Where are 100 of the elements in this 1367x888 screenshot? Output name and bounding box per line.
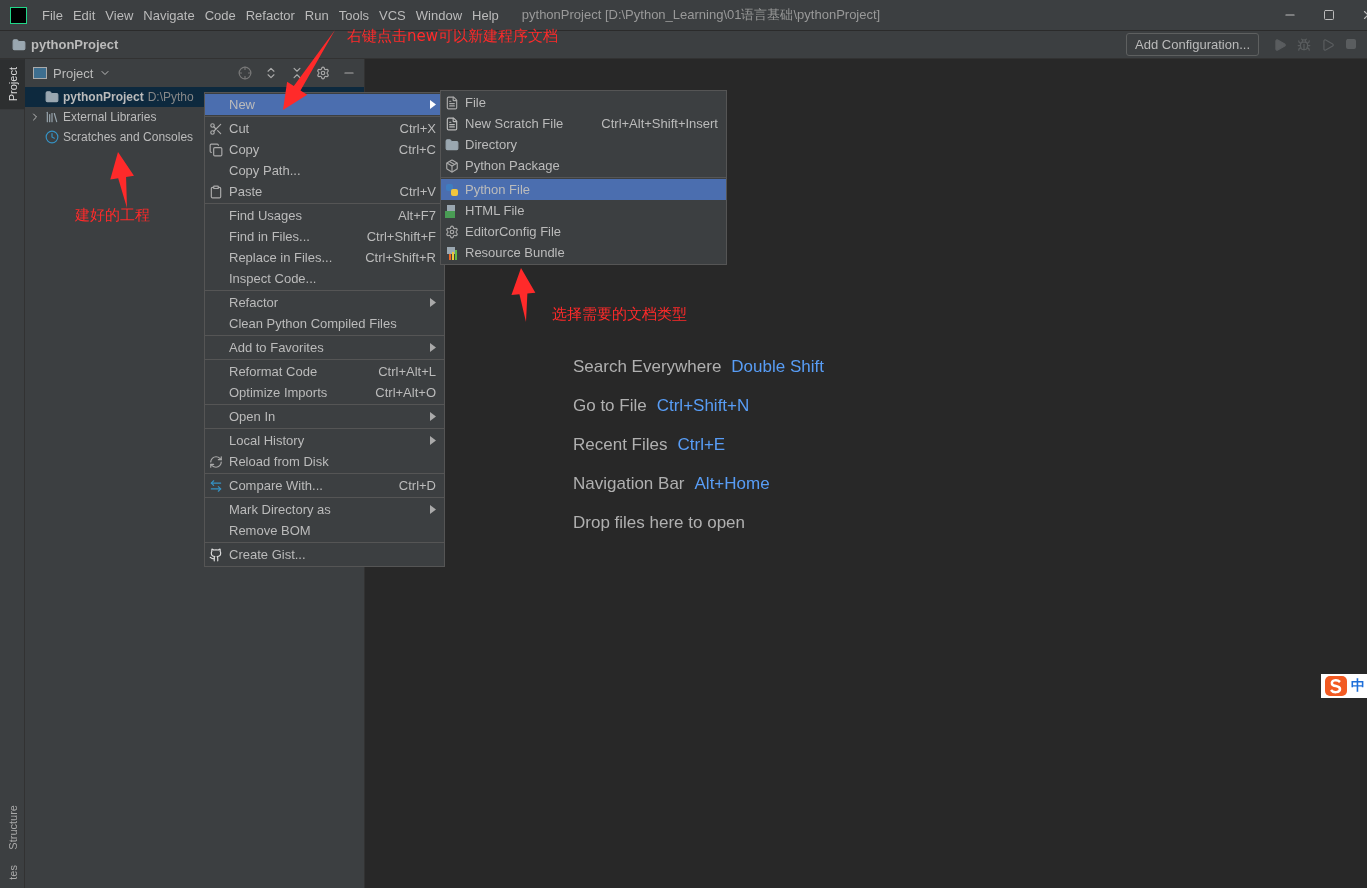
menu-item[interactable]: Cut Ctrl+X bbox=[205, 118, 444, 139]
scissors-icon bbox=[209, 121, 223, 136]
menu-item[interactable]: Directory bbox=[441, 134, 726, 155]
menu-item[interactable]: HTML File bbox=[441, 200, 726, 221]
debug-icon[interactable] bbox=[1297, 37, 1311, 52]
menu-item[interactable]: File bbox=[441, 92, 726, 113]
annotation-text: 选择需要的文档类型 bbox=[552, 305, 687, 324]
coverage-icon[interactable] bbox=[1321, 37, 1335, 52]
window-icon bbox=[33, 67, 47, 79]
hint-label: Search Everywhere bbox=[573, 357, 722, 377]
menu-item[interactable]: Create Gist... bbox=[205, 544, 444, 565]
shortcut-text: Ctrl+Shift+R bbox=[365, 250, 436, 265]
stop-icon[interactable] bbox=[1345, 37, 1357, 50]
arrow-annotation bbox=[110, 152, 134, 208]
menu-item[interactable]: Reformat Code Ctrl+Alt+L bbox=[205, 361, 444, 382]
menu-bar-item[interactable]: Window bbox=[410, 7, 468, 23]
shortcut-text: Ctrl+Shift+F bbox=[366, 229, 436, 244]
annotation-text: 建好的工程 bbox=[75, 206, 150, 225]
shortcut-text: Ctrl+D bbox=[398, 478, 436, 493]
menu-item[interactable]: New Scratch File Ctrl+Alt+Shift+Insert bbox=[441, 113, 726, 134]
compare-icon bbox=[209, 478, 223, 493]
hint-label: Navigation Bar bbox=[573, 474, 685, 494]
panel-title[interactable]: Project bbox=[53, 65, 94, 81]
menu-item[interactable]: Remove BOM bbox=[205, 520, 444, 541]
shortcut-text: Ctrl+Alt+Shift+Insert bbox=[601, 116, 718, 131]
shortcut-text: Ctrl+X bbox=[399, 121, 436, 136]
ime-indicator[interactable]: 中 bbox=[1321, 674, 1367, 698]
app-logo bbox=[10, 6, 27, 24]
hint-shortcut: Ctrl+E bbox=[677, 435, 726, 455]
menu-bar-item[interactable]: View bbox=[100, 7, 139, 23]
menu-bar-item[interactable]: Help bbox=[467, 7, 504, 23]
menu-item[interactable]: Add to Favorites bbox=[205, 337, 444, 358]
menu-bar-item[interactable]: Refactor bbox=[240, 7, 300, 23]
gear-icon bbox=[445, 224, 459, 239]
menu-item[interactable]: Python Package bbox=[441, 155, 726, 176]
shortcut-text: Ctrl+Alt+O bbox=[375, 385, 436, 400]
folder-icon bbox=[12, 37, 26, 52]
hint-shortcut: Ctrl+Shift+N bbox=[656, 396, 750, 416]
side-tab[interactable]: Structure bbox=[0, 796, 25, 858]
breadcrumb[interactable]: pythonProject bbox=[31, 37, 119, 52]
run-icon[interactable] bbox=[1273, 37, 1287, 52]
side-tab[interactable]: Project bbox=[0, 59, 25, 110]
python-file-icon bbox=[445, 182, 459, 197]
reload-icon bbox=[209, 454, 223, 469]
menu-item[interactable]: EditorConfig File bbox=[441, 221, 726, 242]
sogou-logo-icon bbox=[1325, 676, 1347, 696]
menu-item[interactable]: Clean Python Compiled Files bbox=[205, 313, 444, 334]
scratches-icon bbox=[45, 130, 59, 144]
menu-item[interactable]: Resource Bundle bbox=[441, 242, 726, 263]
side-tab[interactable]: tes bbox=[0, 857, 25, 888]
menu-bar-item[interactable]: Run bbox=[299, 7, 334, 23]
project-path: D:\Pytho bbox=[147, 90, 194, 104]
libraries-icon bbox=[45, 110, 59, 124]
menu-item[interactable]: Optimize Imports Ctrl+Alt+O bbox=[205, 382, 444, 403]
folder-icon bbox=[45, 90, 59, 104]
menu-item[interactable]: Replace in Files... Ctrl+Shift+R bbox=[205, 247, 444, 268]
menu-item[interactable]: Find in Files... Ctrl+Shift+F bbox=[205, 226, 444, 247]
arrow-annotation bbox=[511, 268, 536, 322]
collapse-all-icon[interactable] bbox=[290, 66, 304, 80]
menu-bar-item[interactable]: VCS bbox=[374, 7, 411, 23]
shortcut-text: Ctrl+C bbox=[398, 142, 436, 157]
menu-item[interactable]: Copy Ctrl+C bbox=[205, 139, 444, 160]
menu-bar-item[interactable]: File bbox=[37, 7, 68, 23]
menu-item[interactable]: Refactor bbox=[205, 292, 444, 313]
github-icon bbox=[209, 547, 223, 562]
menu-item[interactable]: Reload from Disk bbox=[205, 451, 444, 472]
menu-item[interactable]: Compare With... Ctrl+D bbox=[205, 475, 444, 496]
window-title: pythonProject [D:\Python_Learning\01语言基础\pythonProject] bbox=[521, 6, 881, 24]
hint-label: Drop files here to open bbox=[573, 513, 745, 533]
clipboard-icon bbox=[209, 184, 223, 199]
menu-item[interactable]: Copy Path... bbox=[205, 160, 444, 181]
folder-icon bbox=[445, 137, 459, 152]
file-icon bbox=[445, 95, 459, 110]
package-icon bbox=[445, 158, 459, 173]
menu-bar-item[interactable]: Navigate bbox=[138, 7, 200, 23]
hint-shortcut: Double Shift bbox=[731, 357, 824, 377]
menu-item[interactable]: Open In bbox=[205, 406, 444, 427]
hint-shortcut: Alt+Home bbox=[694, 474, 770, 494]
menu-item[interactable]: Mark Directory as bbox=[205, 499, 444, 520]
menu-bar-item[interactable]: Edit bbox=[67, 7, 101, 23]
menu-item[interactable]: Inspect Code... bbox=[205, 268, 444, 289]
shortcut-text: Ctrl+V bbox=[399, 184, 436, 199]
menu-item[interactable]: Local History bbox=[205, 430, 444, 451]
annotation-text: 右键点击new可以新建程序文档 bbox=[347, 27, 558, 46]
settings-icon[interactable] bbox=[316, 66, 330, 80]
copy-icon bbox=[209, 142, 223, 157]
maximize-icon[interactable] bbox=[1323, 9, 1335, 21]
menu-bar-item[interactable]: Code bbox=[199, 7, 241, 23]
hint-label: Go to File bbox=[573, 396, 647, 416]
menu-bar-item[interactable]: Tools bbox=[333, 7, 375, 23]
menu-item[interactable]: Paste Ctrl+V bbox=[205, 181, 444, 202]
tree-label: External Libraries bbox=[63, 110, 157, 124]
locate-icon[interactable] bbox=[238, 66, 252, 80]
scratch-file-icon bbox=[445, 116, 459, 131]
hint-label: Recent Files bbox=[573, 435, 668, 455]
tree-label: pythonProject bbox=[63, 90, 144, 104]
bundle-icon bbox=[445, 245, 459, 260]
add-configuration-button[interactable]: Add Configuration... bbox=[1126, 33, 1259, 56]
menu-item[interactable]: Find Usages Alt+F7 bbox=[205, 205, 444, 226]
tree-label: Scratches and Consoles bbox=[63, 130, 194, 144]
